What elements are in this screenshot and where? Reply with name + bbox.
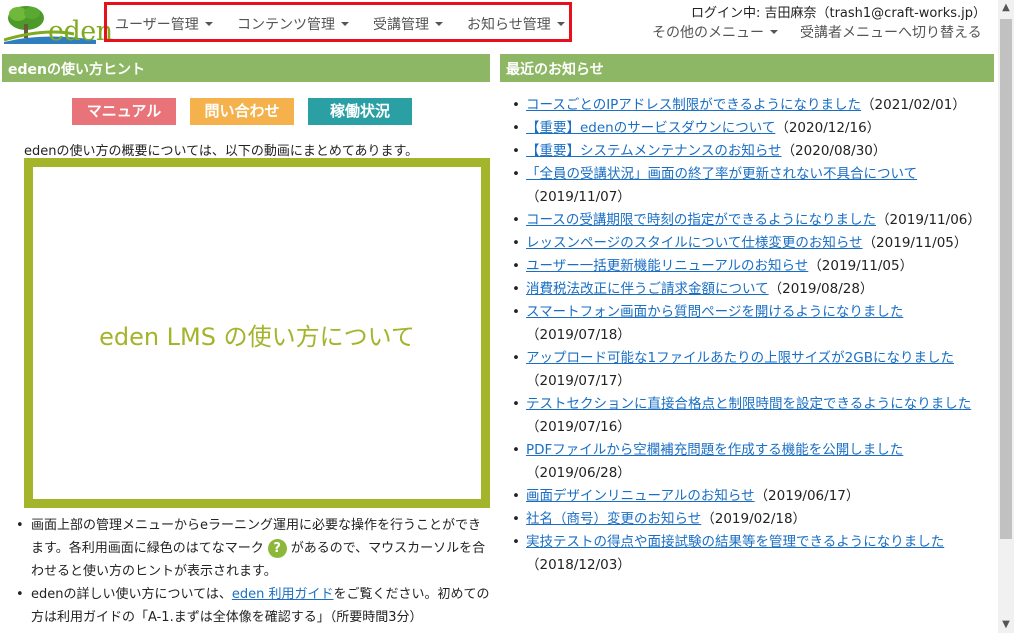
news-item: 社名（商号）変更のお知らせ（2019/02/18） bbox=[510, 508, 994, 531]
howto-video[interactable]: eden LMS の使い方について bbox=[24, 158, 490, 508]
news-item-date: （2019/11/05） bbox=[862, 235, 968, 251]
news-item-date: （2019/02/18） bbox=[701, 511, 807, 527]
eden-logo[interactable]: eden bbox=[3, 4, 113, 47]
nav-label: お知らせ管理 bbox=[467, 17, 551, 33]
news-item: 【重要】システムメンテナンスのお知らせ（2020/08/30） bbox=[510, 140, 994, 163]
nav-label: ユーザー管理 bbox=[115, 17, 199, 33]
news-item-link[interactable]: PDFファイルから空欄補充問題を作成する機能を公開しました bbox=[526, 442, 903, 458]
caret-down-icon bbox=[204, 22, 213, 26]
news-panel-title: 最近のお知らせ bbox=[500, 54, 994, 82]
switch-to-learner-menu-link[interactable]: 受講者メニューへ切り替える bbox=[800, 22, 982, 42]
admin-nav-menu: ユーザー管理 コンテンツ管理 受講管理 お知らせ管理 bbox=[104, 2, 572, 42]
login-info: ログイン中: 吉田麻奈（trash1@craft-works.jp） bbox=[690, 6, 986, 21]
news-item-date: （2020/12/16） bbox=[775, 120, 881, 136]
caret-down-icon bbox=[556, 22, 565, 26]
news-item-date: （2019/07/18） bbox=[526, 327, 631, 343]
nav-news-management[interactable]: お知らせ管理 bbox=[467, 14, 565, 34]
news-item-date: （2020/08/30） bbox=[781, 143, 887, 159]
scroll-up-arrow-icon[interactable]: ▲ bbox=[998, 0, 1014, 16]
nav-label: 受講管理 bbox=[373, 17, 429, 33]
news-item: レッスンページのスタイルについて仕様変更のお知らせ（2019/11/05） bbox=[510, 232, 994, 255]
news-item-date: （2019/11/06） bbox=[876, 212, 981, 228]
news-item: ユーザー一括更新機能リニューアルのお知らせ（2019/11/05） bbox=[510, 255, 994, 278]
nav-user-management[interactable]: ユーザー管理 bbox=[115, 14, 213, 34]
news-item-link[interactable]: 画面デザインリニューアルのお知らせ bbox=[526, 488, 755, 504]
hints-panel-title: edenの使い方ヒント bbox=[2, 54, 490, 82]
news-item: アップロード可能な1ファイルあたりの上限サイズが2GBになりました （2019/0… bbox=[510, 347, 994, 393]
news-item: 「全員の受講状況」画面の終了率が更新されない不具合について （2019/11/07… bbox=[510, 163, 994, 209]
news-item-link[interactable]: 社名（商号）変更のお知らせ bbox=[526, 511, 701, 527]
news-item-link[interactable]: 【重要】edenのサービスダウンについて bbox=[526, 120, 775, 136]
news-item: コースの受講期限で時刻の指定ができるようになりました（2019/11/06） bbox=[510, 209, 994, 232]
logo-text: eden bbox=[48, 16, 113, 47]
nav-course-management[interactable]: 受講管理 bbox=[373, 14, 443, 34]
news-item: コースごとのIPアドレス制限ができるようになりました（2021/02/01） bbox=[510, 94, 994, 117]
scroll-thumb[interactable] bbox=[1000, 19, 1012, 539]
video-title: eden LMS の使い方について bbox=[99, 323, 415, 351]
news-item-link[interactable]: ユーザー一括更新機能リニューアルのお知らせ bbox=[526, 258, 808, 274]
caret-down-icon bbox=[341, 22, 349, 26]
news-item-date: （2019/06/28） bbox=[526, 465, 631, 481]
news-list: コースごとのIPアドレス制限ができるようになりました（2021/02/01）【重… bbox=[510, 94, 994, 577]
hint-item: edenの詳しい使い方については、eden 利用ガイドをご覧ください。初めての方… bbox=[16, 583, 492, 629]
news-item-date: （2019/11/07） bbox=[526, 189, 631, 205]
news-item-link[interactable]: コースごとのIPアドレス制限ができるようになりました bbox=[526, 97, 861, 113]
news-item: PDFファイルから空欄補充問題を作成する機能を公開しました （2019/06/28… bbox=[510, 439, 994, 485]
news-item-link[interactable]: 実技テストの得点や面接試験の結果等を管理できるようになりました bbox=[526, 534, 944, 550]
hint-text: edenの詳しい使い方については、 bbox=[31, 587, 232, 602]
contact-button[interactable]: 問い合わせ bbox=[190, 98, 294, 125]
news-item-link[interactable]: スマートフォン画面から質問ページを開けるようになりました bbox=[526, 304, 903, 320]
news-item: 実技テストの得点や面接試験の結果等を管理できるようになりました （2018/12/… bbox=[510, 531, 994, 577]
news-item-date: （2019/07/16） bbox=[526, 419, 631, 435]
news-item-date: （2019/07/17） bbox=[526, 373, 631, 389]
news-item: 画面デザインリニューアルのお知らせ（2019/06/17） bbox=[510, 485, 994, 508]
caret-down-icon bbox=[770, 30, 778, 34]
news-item: テストセクションに直接合格点と制限時間を設定できるようになりました （2019/0… bbox=[510, 393, 994, 439]
news-item-date: （2019/06/17） bbox=[754, 488, 860, 504]
news-item-link[interactable]: 消費税法改正に伴うご請求金額について bbox=[526, 281, 769, 297]
user-guide-link[interactable]: eden 利用ガイド bbox=[232, 587, 334, 602]
top-header: eden ユーザー管理 コンテンツ管理 受講管理 お知らせ管理 ログイン中: 吉… bbox=[0, 0, 998, 47]
news-item-date: （2021/02/01） bbox=[861, 97, 966, 113]
help-question-icon: ? bbox=[267, 539, 287, 558]
nav-label: コンテンツ管理 bbox=[237, 17, 335, 33]
scroll-down-arrow-icon[interactable]: ▼ bbox=[998, 617, 1014, 633]
service-status-button[interactable]: 稼働状況 bbox=[308, 98, 412, 125]
news-item: 消費税法改正に伴うご請求金額について（2019/08/28） bbox=[510, 278, 994, 301]
news-item-link[interactable]: テストセクションに直接合格点と制限時間を設定できるようになりました bbox=[526, 396, 971, 412]
page-scrollbar[interactable]: ▲ ▼ bbox=[998, 0, 1014, 633]
news-item-link[interactable]: アップロード可能な1ファイルあたりの上限サイズが2GBになりました bbox=[526, 350, 954, 366]
news-item: 【重要】edenのサービスダウンについて（2020/12/16） bbox=[510, 117, 994, 140]
nav-content-management[interactable]: コンテンツ管理 bbox=[237, 14, 349, 34]
manual-button[interactable]: マニュアル bbox=[72, 98, 176, 125]
caret-down-icon bbox=[435, 22, 443, 26]
video-intro-text: edenの使い方の概要については、以下の動画にまとめてあります。 bbox=[24, 144, 419, 159]
news-item-link[interactable]: 「全員の受講状況」画面の終了率が更新されない不具合について bbox=[526, 166, 917, 182]
news-item: スマートフォン画面から質問ページを開けるようになりました （2019/07/18） bbox=[510, 301, 994, 347]
news-item-date: （2019/08/28） bbox=[768, 281, 874, 297]
news-item-link[interactable]: コースの受講期限で時刻の指定ができるようになりました bbox=[526, 212, 876, 228]
news-item-link[interactable]: レッスンページのスタイルについて仕様変更のお知らせ bbox=[526, 235, 863, 251]
other-menu-dropdown[interactable]: その他のメニュー bbox=[652, 22, 778, 42]
news-item-date: （2019/11/05） bbox=[808, 258, 914, 274]
other-menu-label: その他のメニュー bbox=[652, 25, 764, 41]
news-item-link[interactable]: 【重要】システムメンテナンスのお知らせ bbox=[526, 143, 782, 159]
hint-item: 画面上部の管理メニューからeラーニング運用に必要な操作を行うことができます。各利… bbox=[16, 514, 492, 583]
news-item-date: （2018/12/03） bbox=[526, 557, 631, 573]
hint-bullets: 画面上部の管理メニューからeラーニング運用に必要な操作を行うことができます。各利… bbox=[16, 514, 492, 629]
